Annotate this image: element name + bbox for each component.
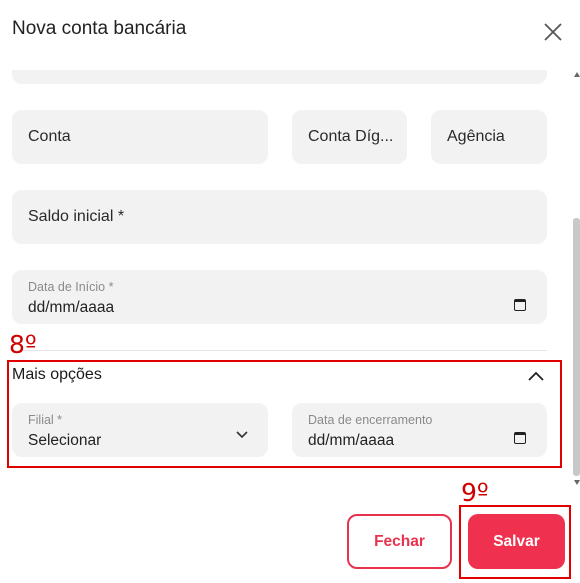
agencia-placeholder: Agência bbox=[447, 128, 505, 145]
step-8-annotation: 8º bbox=[9, 330, 37, 359]
saldo-inicial-placeholder: Saldo inicial * bbox=[28, 208, 125, 225]
chevron-up-icon[interactable] bbox=[527, 369, 545, 381]
conta-digito-placeholder: Conta Díg... bbox=[308, 128, 394, 145]
close-button[interactable] bbox=[541, 20, 565, 44]
data-encerramento-value: dd/mm/aaaa bbox=[308, 432, 395, 449]
salvar-button[interactable]: Salvar bbox=[468, 514, 565, 569]
step-9-annotation: 9º bbox=[461, 478, 489, 507]
conta-placeholder: Conta bbox=[28, 128, 71, 145]
scroll-down-arrow[interactable] bbox=[574, 480, 580, 485]
calendar-icon[interactable] bbox=[514, 299, 526, 311]
conta-digito-field[interactable]: Conta Díg... bbox=[292, 110, 407, 164]
fechar-button[interactable]: Fechar bbox=[347, 514, 452, 569]
section-divider bbox=[12, 350, 547, 351]
saldo-inicial-field[interactable]: Saldo inicial * bbox=[12, 190, 547, 244]
data-inicio-field[interactable]: Data de Início * dd/mm/aaaa bbox=[12, 270, 547, 324]
conta-field[interactable]: Conta bbox=[12, 110, 268, 164]
agencia-field[interactable]: Agência bbox=[431, 110, 547, 164]
calendar-icon[interactable] bbox=[514, 432, 526, 444]
dialog-title-overlay: Nova conta bancária bbox=[12, 18, 187, 39]
data-inicio-label: Data de Início * bbox=[28, 280, 114, 294]
data-encerramento-label: Data de encerramento bbox=[308, 413, 433, 427]
data-encerramento-field[interactable]: Data de encerramento dd/mm/aaaa bbox=[292, 403, 547, 457]
mais-opcoes-title: Mais opções bbox=[12, 366, 102, 383]
filial-select[interactable]: Filial * Selecionar bbox=[12, 403, 268, 457]
filial-value: Selecionar bbox=[28, 432, 102, 449]
chevron-down-icon bbox=[236, 426, 248, 439]
filial-label: Filial * bbox=[28, 413, 63, 427]
scrollbar-thumb[interactable] bbox=[573, 218, 580, 476]
scroll-up-arrow[interactable] bbox=[574, 72, 580, 77]
data-inicio-value: dd/mm/aaaa bbox=[28, 299, 115, 316]
